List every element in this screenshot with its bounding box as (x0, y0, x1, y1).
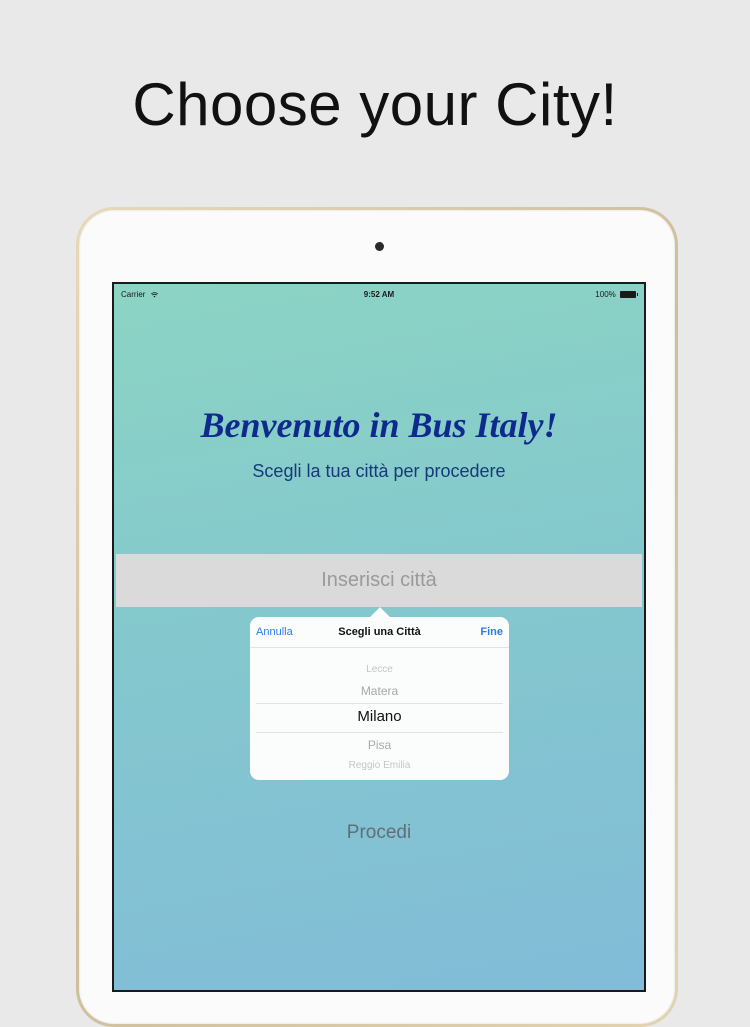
status-time: 9:52 AM (363, 290, 395, 299)
picker-option[interactable]: Reggio Emilia (250, 760, 509, 771)
promo-headline: Choose your City! (132, 71, 618, 138)
battery-percent: 100% (595, 290, 616, 299)
welcome-subtitle: Scegli la tua città per procedere (252, 461, 506, 481)
picker-toolbar: Annulla Scegli una Città Fine (250, 617, 509, 648)
picker-option-selected[interactable]: Milano (250, 708, 509, 725)
picker-option[interactable]: Matera (250, 684, 509, 698)
picker-option[interactable]: Lecce (250, 664, 509, 675)
picker-done-button[interactable]: Fine (480, 626, 503, 638)
app-screen: Carrier 9:52 AM 100% Benvenuto in Bus It… (112, 282, 646, 992)
status-bar: Carrier 9:52 AM 100% (114, 284, 644, 304)
picker-option[interactable]: Pisa (250, 738, 509, 752)
battery-icon (620, 291, 638, 298)
picker-title: Scegli una Città (338, 626, 421, 638)
city-input[interactable]: Inserisci città (116, 554, 642, 607)
city-picker-wheel[interactable]: Lecce Matera Milano Pisa Reggio Emilia (250, 648, 509, 778)
status-battery: 100% (595, 290, 638, 299)
front-camera (375, 242, 384, 251)
selection-indicator-bottom (256, 732, 503, 733)
proceed-button[interactable]: Procedi (114, 822, 644, 844)
city-picker-popover: Annulla Scegli una Città Fine Lecce Mate… (250, 607, 509, 780)
selection-indicator-top (256, 703, 503, 704)
welcome-title: Benvenuto in Bus Italy! (200, 405, 558, 445)
